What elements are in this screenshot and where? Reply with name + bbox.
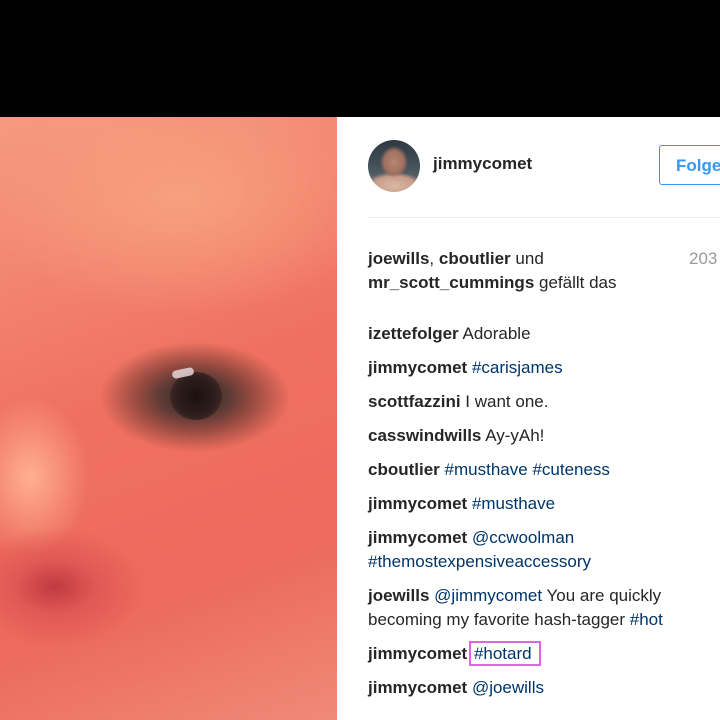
comment-text: You are quickly <box>546 586 662 605</box>
author-avatar[interactable] <box>368 140 420 192</box>
comment-text: Ay-yAh! <box>485 426 545 445</box>
comment-username[interactable]: scottfazzini <box>368 392 461 411</box>
comment-tag-link[interactable]: @ccwoolman <box>472 528 574 547</box>
comment-username[interactable]: jimmycomet <box>368 528 467 547</box>
comment-text: becoming my favorite hash-tagger <box>368 610 626 629</box>
follow-button[interactable]: Folge <box>659 145 720 185</box>
comment-item: scottfazzini I want one. <box>368 390 720 414</box>
comment-text: I want one. <box>465 392 549 411</box>
comment-item: cboutlier #musthave #cuteness <box>368 458 720 482</box>
likes-suffix: gefällt das <box>539 273 617 292</box>
likes-connector: und <box>515 249 544 268</box>
comment-item: jimmycomet #musthave <box>368 492 720 516</box>
comment-username[interactable]: izettefolger <box>368 324 459 343</box>
like-user[interactable]: joewills <box>368 249 429 268</box>
comment-item: jimmycomet #carisjames <box>368 356 720 380</box>
comment-tag-link[interactable]: #cuteness <box>532 460 610 479</box>
comment-tag-link[interactable]: #hotard <box>468 641 541 666</box>
comment-username[interactable]: jimmycomet <box>368 644 467 663</box>
author-username[interactable]: jimmycomet <box>433 154 532 174</box>
comment-username[interactable]: jimmycomet <box>368 358 467 377</box>
photo-eye <box>170 372 222 420</box>
comment-item: casswindwills Ay-yAh! <box>368 424 720 448</box>
comment-tag-link[interactable]: #musthave <box>445 460 528 479</box>
comment-item: joewills @jimmycomet You are quickly beco… <box>368 584 720 632</box>
comment-tag-link[interactable]: #hot <box>630 610 663 629</box>
like-user[interactable]: cboutlier <box>439 249 511 268</box>
comment-text: Adorable <box>462 324 531 343</box>
comment-username[interactable]: joewills <box>368 586 429 605</box>
comment-item: izettefolger Adorable <box>368 322 720 346</box>
like-user[interactable]: mr_scott_cummings <box>368 273 534 292</box>
comment-item: jimmycomet @joewills <box>368 676 720 700</box>
comment-username[interactable]: cboutlier <box>368 460 440 479</box>
post-photo[interactable] <box>0 117 337 720</box>
comment-tag-link[interactable]: #musthave <box>472 494 555 513</box>
comment-tag-link[interactable]: #themostexpensiveaccessory <box>368 552 591 571</box>
comment-tag-link[interactable]: @joewills <box>472 678 544 697</box>
likes-summary: joewills, cboutlier und mr_scott_cumming… <box>368 249 617 292</box>
post-side-panel: jimmycomet Folge joewills, cboutlier und… <box>337 117 720 720</box>
post-timestamp: 203 <box>689 249 718 268</box>
comment-username[interactable]: casswindwills <box>368 426 481 445</box>
comment-item: jimmycomet @ccwoolman #themostexpensiveac… <box>368 526 720 574</box>
comments-list: izettefolger Adorable jimmycomet #carisja… <box>368 322 720 710</box>
comment-tag-link[interactable]: #carisjames <box>472 358 563 377</box>
comment-item: jimmycomet #hotard <box>368 641 720 666</box>
comment-username[interactable]: jimmycomet <box>368 678 467 697</box>
header-divider <box>368 217 720 218</box>
comment-tag-link[interactable]: @jimmycomet <box>434 586 542 605</box>
top-black-bar <box>0 0 720 117</box>
comment-username[interactable]: jimmycomet <box>368 494 467 513</box>
